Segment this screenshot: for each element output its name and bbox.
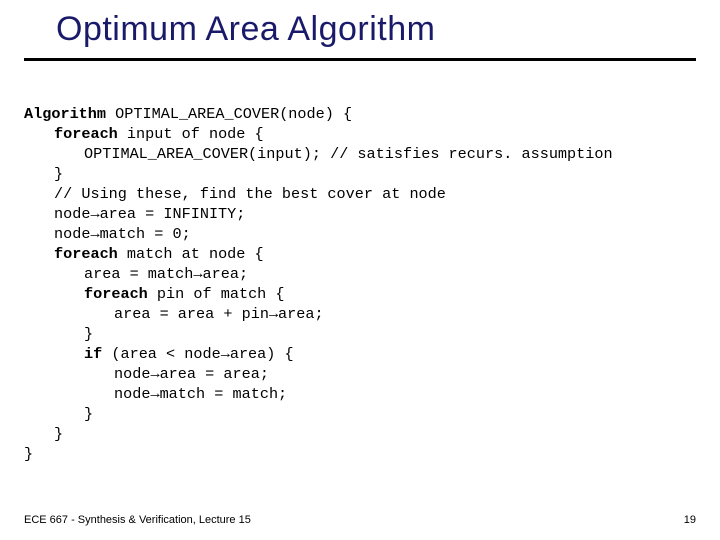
slide-title: Optimum Area Algorithm xyxy=(56,10,435,49)
code-line-6: node→area = INFINITY; xyxy=(54,204,245,224)
code-line-18: } xyxy=(24,445,33,463)
code-line-8: foreach match at node { xyxy=(54,244,264,264)
kw-foreach-2: foreach xyxy=(54,245,118,263)
code-line-16: } xyxy=(84,404,93,424)
kw-foreach-3: foreach xyxy=(84,285,148,303)
code-line-12: } xyxy=(84,324,93,344)
kw-if: if xyxy=(84,345,102,363)
code-l8b: match at node { xyxy=(118,245,264,263)
code-line-10: foreach pin of match { xyxy=(84,284,285,304)
kw-algorithm: Algorithm xyxy=(24,105,106,123)
footer-page-number: 19 xyxy=(684,514,696,526)
code-l10b: pin of match { xyxy=(148,285,285,303)
code-l2b: input of node { xyxy=(118,125,264,143)
code-line-7: node→match = 0; xyxy=(54,224,191,244)
kw-foreach-1: foreach xyxy=(54,125,118,143)
code-line-2: foreach input of node { xyxy=(54,124,264,144)
code-line-5: // Using these, find the best cover at n… xyxy=(54,184,446,204)
code-line-13: if (area < node→area) { xyxy=(84,344,294,364)
code-line-1: Algorithm OPTIMAL_AREA_COVER(node) { xyxy=(24,105,352,123)
code-line-14: node→area = area; xyxy=(114,364,269,384)
footer-left: ECE 667 - Synthesis & Verification, Lect… xyxy=(24,514,251,526)
code-line-17: } xyxy=(54,424,63,444)
code-l1b: OPTIMAL_AREA_COVER(node) { xyxy=(106,105,352,123)
title-underline xyxy=(24,58,696,61)
code-line-9: area = match→area; xyxy=(84,264,248,284)
code-line-3: OPTIMAL_AREA_COVER(input); // satisfies … xyxy=(84,144,613,164)
code-block: Algorithm OPTIMAL_AREA_COVER(node) { for… xyxy=(24,84,704,484)
code-line-4: } xyxy=(54,164,63,184)
code-line-15: node→match = match; xyxy=(114,384,287,404)
code-l13b: (area < node→area) { xyxy=(102,345,293,363)
code-line-11: area = area + pin→area; xyxy=(114,304,324,324)
slide: Optimum Area Algorithm Algorithm OPTIMAL… xyxy=(0,0,720,540)
